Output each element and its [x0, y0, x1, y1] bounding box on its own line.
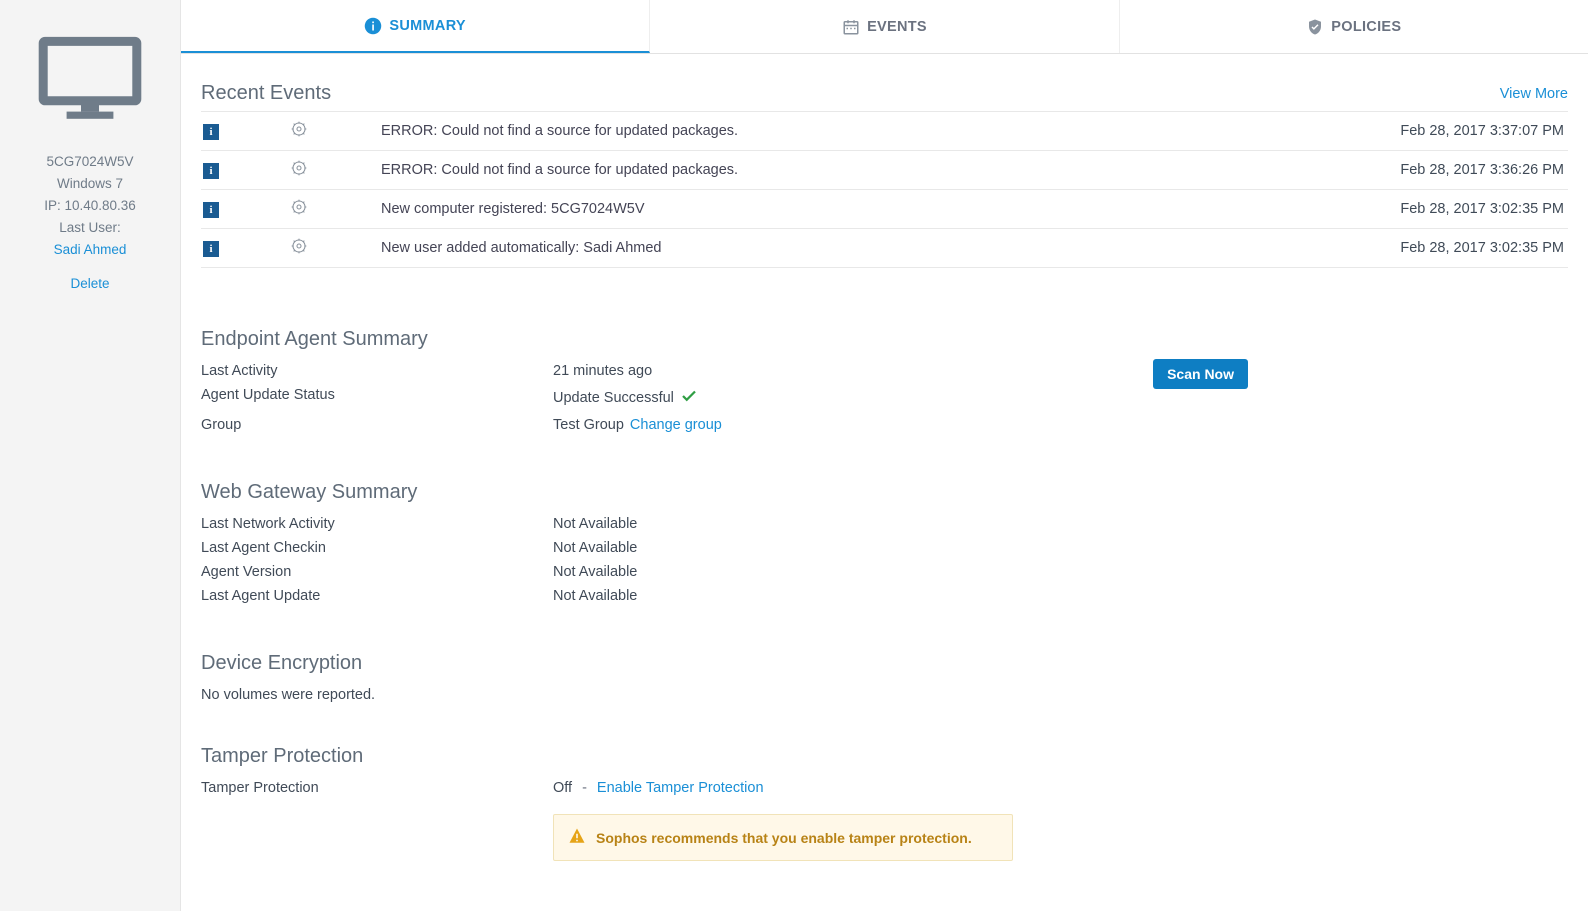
- event-message: ERROR: Could not find a source for updat…: [381, 151, 1194, 190]
- device-encryption-note: No volumes were reported.: [201, 687, 375, 703]
- tab-events-label: EVENTS: [867, 19, 927, 35]
- endpoint-heading: Endpoint Agent Summary: [201, 328, 1568, 351]
- event-timestamp: Feb 28, 2017 3:36:26 PM: [1194, 151, 1568, 190]
- update-status-label: Agent Update Status: [201, 387, 553, 409]
- recent-events-table: i ERROR: Could not find a source for upda…: [201, 111, 1568, 268]
- info-icon: i: [203, 202, 219, 218]
- tamper-warning-text: Sophos recommends that you enable tamper…: [596, 830, 972, 846]
- warning-icon: [568, 827, 586, 848]
- event-timestamp: Feb 28, 2017 3:02:35 PM: [1194, 229, 1568, 268]
- info-icon: i: [203, 163, 219, 179]
- event-row: i New user added automatically: Sadi Ahme…: [201, 229, 1568, 268]
- wg-key: Last Agent Checkin: [201, 540, 553, 556]
- event-row: i New computer registered: 5CG7024W5VFeb …: [201, 190, 1568, 229]
- web-gateway-row: Last Agent CheckinNot Available: [201, 536, 1568, 560]
- check-icon: [680, 387, 698, 409]
- change-group-link[interactable]: Change group: [630, 417, 722, 433]
- tab-policies-label: POLICIES: [1331, 19, 1401, 35]
- wg-key: Agent Version: [201, 564, 553, 580]
- group-value: Test Group: [553, 417, 624, 433]
- update-status-value: Update Successful: [553, 390, 674, 406]
- gear-icon: [291, 125, 307, 141]
- event-message: New computer registered: 5CG7024W5V: [381, 190, 1194, 229]
- wg-key: Last Network Activity: [201, 516, 553, 532]
- info-circle-icon: [364, 17, 382, 35]
- device-ip: IP: 10.40.80.36: [0, 198, 180, 213]
- event-message: New user added automatically: Sadi Ahmed: [381, 229, 1194, 268]
- tamper-value: Off: [553, 780, 572, 796]
- device-os: Windows 7: [0, 176, 180, 191]
- device-encryption-heading: Device Encryption: [201, 652, 1568, 675]
- web-gateway-summary: Web Gateway Summary Last Network Activit…: [201, 437, 1568, 608]
- tab-policies[interactable]: POLICIES: [1120, 0, 1588, 53]
- tab-summary-label: SUMMARY: [389, 18, 465, 34]
- group-label: Group: [201, 417, 553, 433]
- tamper-warning-banner: Sophos recommends that you enable tamper…: [553, 814, 1013, 861]
- device-icon: [35, 36, 145, 126]
- wg-value: Not Available: [553, 540, 1568, 556]
- wg-key: Last Agent Update: [201, 588, 553, 604]
- event-row: i ERROR: Could not find a source for upda…: [201, 151, 1568, 190]
- info-icon: i: [203, 124, 219, 140]
- gear-icon: [291, 164, 307, 180]
- tamper-heading: Tamper Protection: [201, 745, 1568, 768]
- endpoint-agent-summary: Endpoint Agent Summary Last Activity 21 …: [201, 268, 1568, 437]
- gear-icon: [291, 203, 307, 219]
- wg-value: Not Available: [553, 588, 1568, 604]
- last-user-link[interactable]: Sadi Ahmed: [0, 242, 180, 257]
- gear-icon: [291, 242, 307, 258]
- separator: -: [582, 780, 587, 796]
- wg-value: Not Available: [553, 516, 1568, 532]
- tamper-protection: Tamper Protection Tamper Protection Off …: [201, 707, 1568, 861]
- device-sidebar: 5CG7024W5V Windows 7 IP: 10.40.80.36 Las…: [0, 0, 181, 911]
- view-more-link[interactable]: View More: [1500, 86, 1568, 102]
- event-message: ERROR: Could not find a source for updat…: [381, 112, 1194, 151]
- last-activity-label: Last Activity: [201, 363, 553, 379]
- last-user-label: Last User:: [0, 220, 180, 235]
- last-activity-value: 21 minutes ago: [553, 363, 1153, 379]
- web-gateway-row: Last Network ActivityNot Available: [201, 512, 1568, 536]
- tabs-bar: SUMMARY EVENTS POLICIES: [181, 0, 1588, 54]
- recent-events-header: Recent Events View More: [201, 54, 1568, 111]
- wg-value: Not Available: [553, 564, 1568, 580]
- device-hostname: 5CG7024W5V: [0, 154, 180, 169]
- device-encryption: Device Encryption No volumes were report…: [201, 608, 1568, 707]
- info-icon: i: [203, 241, 219, 257]
- event-row: i ERROR: Could not find a source for upda…: [201, 112, 1568, 151]
- calendar-icon: [842, 18, 860, 36]
- shield-icon: [1306, 18, 1324, 36]
- event-timestamp: Feb 28, 2017 3:02:35 PM: [1194, 190, 1568, 229]
- main-panel: SUMMARY EVENTS POLICIES Recent Events Vi…: [181, 0, 1588, 911]
- tab-summary[interactable]: SUMMARY: [181, 0, 650, 53]
- event-timestamp: Feb 28, 2017 3:37:07 PM: [1194, 112, 1568, 151]
- tamper-label: Tamper Protection: [201, 780, 553, 796]
- scan-now-button[interactable]: Scan Now: [1153, 359, 1248, 389]
- tab-events[interactable]: EVENTS: [650, 0, 1119, 53]
- recent-events-heading: Recent Events: [201, 82, 331, 105]
- web-gateway-heading: Web Gateway Summary: [201, 481, 1568, 504]
- enable-tamper-link[interactable]: Enable Tamper Protection: [597, 780, 764, 796]
- delete-device-link[interactable]: Delete: [0, 276, 180, 291]
- web-gateway-row: Last Agent UpdateNot Available: [201, 584, 1568, 608]
- web-gateway-row: Agent VersionNot Available: [201, 560, 1568, 584]
